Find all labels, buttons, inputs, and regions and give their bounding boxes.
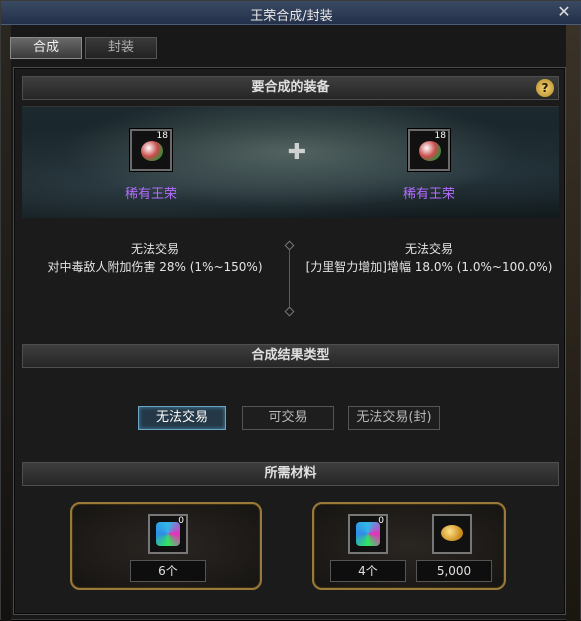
- gold-amount: 5,000: [416, 560, 492, 582]
- main-panel: 要合成的装备 ? 18 稀有王荣 ✚ 18 稀有王荣 无法交易 对中毒敌人附加伤…: [13, 67, 566, 615]
- crystal-icon: [356, 522, 380, 546]
- right-trade-status: 无法交易: [404, 242, 453, 256]
- background-edge-right: [566, 23, 580, 621]
- background-edge-left: [1, 23, 11, 621]
- material-box-right: 0 4个 5,000: [312, 502, 506, 590]
- crystal-icon: [156, 522, 180, 546]
- rare-emblem-icon: [141, 141, 163, 161]
- plus-icon: ✚: [287, 140, 307, 165]
- left-equipment-info: 无法交易 对中毒敌人附加伤害 28% (1%~150%): [20, 240, 290, 276]
- material-slot-right[interactable]: 0: [348, 514, 388, 554]
- material-badge: 0: [178, 516, 184, 526]
- section-header-equipment: 要合成的装备 ?: [22, 76, 559, 100]
- section-header-result: 合成结果类型: [22, 344, 559, 368]
- slot-label-right: 稀有王荣: [402, 187, 455, 202]
- close-icon[interactable]: ✕: [556, 3, 572, 21]
- material-count-right: 4个: [330, 560, 406, 582]
- window-title: 王荣合成/封装: [250, 9, 333, 24]
- rare-emblem-icon: [419, 141, 441, 161]
- section-title-materials: 所需材料: [264, 466, 317, 481]
- equipment-slot-right[interactable]: 18: [408, 129, 450, 171]
- material-count-left: 6个: [130, 560, 206, 582]
- material-slot-left[interactable]: 0: [148, 514, 188, 554]
- info-divider: [289, 246, 290, 310]
- section-header-materials: 所需材料: [22, 462, 559, 486]
- material-badge: 0: [378, 516, 384, 526]
- result-type-untradable-button[interactable]: 无法交易: [138, 406, 226, 430]
- tab-synthesis[interactable]: 合成: [10, 37, 82, 59]
- gold-coin-icon: [441, 525, 463, 541]
- result-type-tradable-button[interactable]: 可交易: [242, 406, 334, 430]
- equipment-slot-left[interactable]: 18: [130, 129, 172, 171]
- help-icon[interactable]: ?: [536, 79, 554, 97]
- left-stat-text: 对中毒敌人附加伤害 28% (1%~150%): [47, 260, 263, 274]
- left-trade-status: 无法交易: [130, 242, 179, 256]
- section-title-equipment: 要合成的装备: [251, 80, 330, 95]
- material-box-left: 0 6个: [70, 502, 262, 590]
- title-bar[interactable]: 王荣合成/封装 ✕: [1, 1, 581, 25]
- result-type-sealed-button[interactable]: 无法交易(封): [348, 406, 440, 430]
- right-equipment-info: 无法交易 [力里智力增加]增幅 18.0% (1.0%~100.0%): [294, 240, 564, 276]
- emblem-synthesis-window: 王荣合成/封装 ✕ 合成 封装 要合成的装备 ? 18 稀有王荣 ✚ 18 稀有…: [0, 0, 581, 621]
- gold-slot[interactable]: [432, 514, 472, 554]
- slot-badge: 18: [156, 131, 168, 141]
- tab-seal[interactable]: 封装: [85, 37, 157, 59]
- equipment-scene: 18 稀有王荣 ✚ 18 稀有王荣: [22, 106, 559, 218]
- divider-dot-bottom: [284, 306, 295, 317]
- right-stat-text: [力里智力增加]增幅 18.0% (1.0%~100.0%): [305, 260, 553, 274]
- section-title-result: 合成结果类型: [251, 348, 330, 363]
- slot-badge: 18: [434, 131, 446, 141]
- slot-label-left: 稀有王荣: [124, 187, 177, 202]
